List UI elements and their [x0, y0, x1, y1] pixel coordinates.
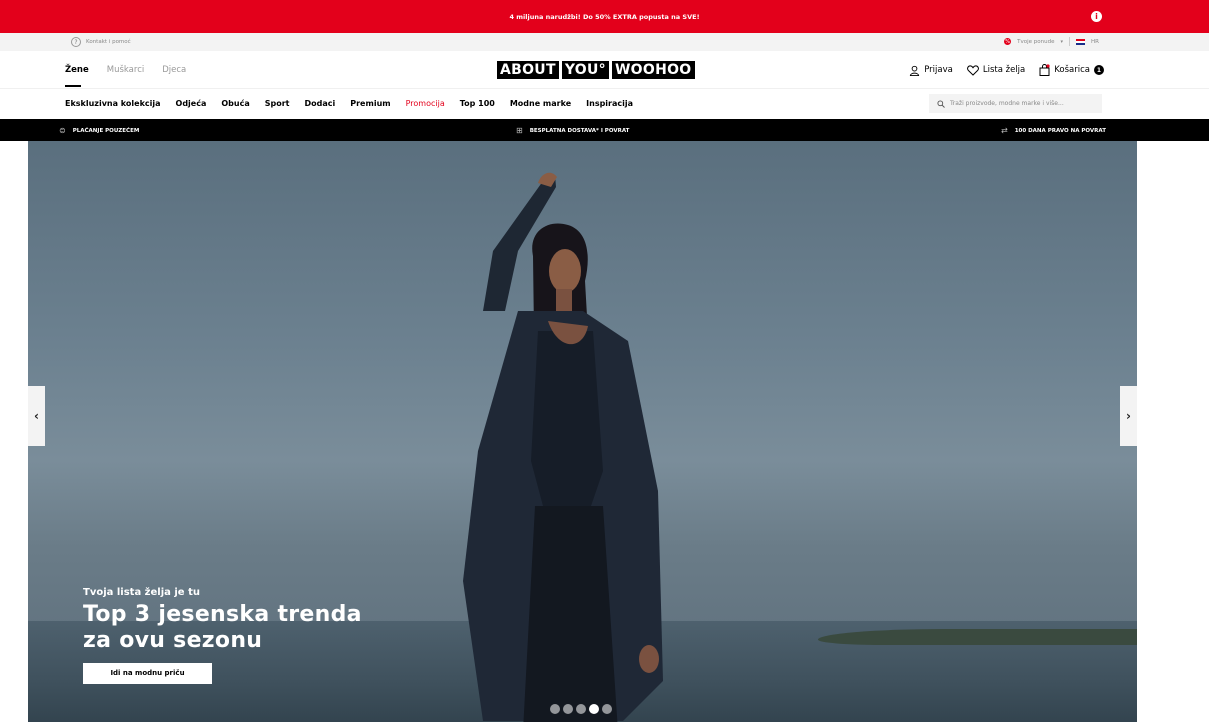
hero-text-block: Tvoja lista želja je tu Top 3 jesenska t… — [83, 587, 362, 684]
nav-item-promocija[interactable]: Promocija — [406, 99, 445, 108]
bag-icon — [1039, 64, 1050, 76]
category-list: Ekskluzivna kolekcija Odjeća Obuća Sport… — [65, 99, 633, 108]
utility-bar: ? Kontakt i pomoć % Tvoje ponude ▾ HR — [0, 33, 1209, 51]
help-link[interactable]: ? Kontakt i pomoć — [71, 37, 131, 47]
category-nav: Ekskluzivna kolekcija Odjeća Obuća Sport… — [0, 90, 1209, 118]
heart-icon — [966, 64, 979, 76]
usp-shipping-label: BESPLATNA DOSTAVA* I POVRAT — [529, 127, 630, 134]
wishlist-label: Lista želja — [982, 65, 1026, 75]
utility-right: % Tvoje ponude ▾ HR — [1004, 37, 1099, 46]
usp-cod: ⊜ PLAĆANJE POUZEĆEM — [59, 126, 139, 135]
gender-tabs: Žene Muškarci Djeca — [65, 65, 186, 87]
nav-item-inspiracija[interactable]: Inspiracija — [586, 99, 633, 108]
logo-part-you: YOU° — [561, 61, 609, 79]
search-placeholder: Traži proizvode, modne marke i više... — [950, 100, 1064, 107]
cart-count-badge: 1 — [1094, 65, 1104, 75]
cart-button[interactable]: Košarica 1 — [1039, 64, 1104, 76]
cash-icon: ⊜ — [59, 126, 66, 135]
header-actions: Prijava Lista želja Košarica 1 — [909, 64, 1104, 76]
cart-label: Košarica — [1054, 65, 1090, 75]
offers-icon: % — [1004, 38, 1012, 45]
user-icon — [910, 65, 920, 76]
hero-title-line-1: Top 3 jesenska trenda — [83, 602, 362, 627]
nav-item-ekskluzivna[interactable]: Ekskluzivna kolekcija — [65, 99, 161, 108]
info-icon[interactable]: i — [1091, 11, 1102, 22]
hero-cta-button[interactable]: Idi na modnu priču — [83, 663, 212, 684]
carousel-next-button[interactable]: › — [1120, 386, 1137, 446]
main-header: Žene Muškarci Djeca ABOUT YOU° WOOHOO Pr… — [0, 51, 1209, 89]
usp-cod-label: PLAĆANJE POUZEĆEM — [72, 127, 140, 134]
hero-subtitle: Tvoja lista želja je tu — [83, 587, 200, 598]
promo-text[interactable]: 4 miljuna narudžbi! Do 50% EXTRA popusta… — [509, 13, 699, 21]
tab-muskarci[interactable]: Muškarci — [107, 65, 144, 75]
flag-icon — [1076, 38, 1086, 45]
divider — [1069, 37, 1071, 46]
promo-banner[interactable]: 4 miljuna narudžbi! Do 50% EXTRA popusta… — [0, 0, 1209, 33]
question-icon: ? — [71, 37, 81, 47]
tab-zene[interactable]: Žene — [65, 65, 89, 87]
carousel-dot-2[interactable] — [563, 704, 573, 714]
nav-item-modne-marke[interactable]: Modne marke — [510, 99, 571, 108]
usp-bar: ⊜ PLAĆANJE POUZEĆEM ⊞ BESPLATNA DOSTAVA*… — [0, 119, 1209, 141]
language-selector[interactable]: HR — [1091, 39, 1099, 45]
nav-item-sport[interactable]: Sport — [265, 99, 290, 108]
cart-icon: ⊞ — [516, 126, 523, 135]
tab-djeca[interactable]: Djeca — [162, 65, 186, 75]
carousel-prev-button[interactable]: ‹ — [28, 386, 45, 446]
chevron-right-icon: › — [1126, 409, 1131, 423]
help-label: Kontakt i pomoć — [86, 39, 131, 45]
chevron-down-icon: ▾ — [1060, 38, 1064, 45]
nav-item-odjeca[interactable]: Odjeća — [176, 99, 207, 108]
nav-item-premium[interactable]: Premium — [350, 99, 390, 108]
logo-part-about: ABOUT — [497, 61, 559, 79]
usp-shipping: ⊞ BESPLATNA DOSTAVA* I POVRAT — [516, 126, 629, 135]
search-input[interactable]: Traži proizvode, modne marke i više... — [929, 94, 1102, 113]
carousel-dot-5[interactable] — [602, 704, 612, 714]
login-label: Prijava — [924, 65, 953, 75]
carousel-dot-1[interactable] — [550, 704, 560, 714]
carousel-dot-3[interactable] — [576, 704, 586, 714]
hero-coastline — [818, 629, 1137, 645]
hero-title-line-2: za ovu sezonu — [83, 628, 263, 653]
logo[interactable]: ABOUT YOU° WOOHOO — [497, 61, 695, 79]
usp-returns: ⇄ 100 DANA PRAVO NA POVRAT — [1001, 126, 1106, 135]
usp-returns-label: 100 DANA PRAVO NA POVRAT — [1014, 127, 1107, 134]
wishlist-button[interactable]: Lista želja — [966, 64, 1026, 76]
chevron-left-icon: ‹ — [34, 409, 39, 423]
nav-item-top100[interactable]: Top 100 — [460, 99, 495, 108]
logo-part-woohoo: WOOHOO — [611, 61, 695, 79]
nav-item-obuca[interactable]: Obuća — [221, 99, 249, 108]
return-arrows-icon: ⇄ — [1001, 126, 1008, 135]
search-icon — [937, 99, 945, 108]
hero-model-image — [463, 172, 663, 722]
offers-dropdown[interactable]: Tvoje ponude — [1017, 39, 1054, 45]
login-button[interactable]: Prijava — [909, 64, 953, 76]
carousel-dots — [550, 704, 612, 714]
carousel-dot-4[interactable] — [589, 704, 599, 714]
hero-banner[interactable]: Tvoja lista želja je tu Top 3 jesenska t… — [28, 141, 1137, 722]
nav-item-dodaci[interactable]: Dodaci — [305, 99, 336, 108]
